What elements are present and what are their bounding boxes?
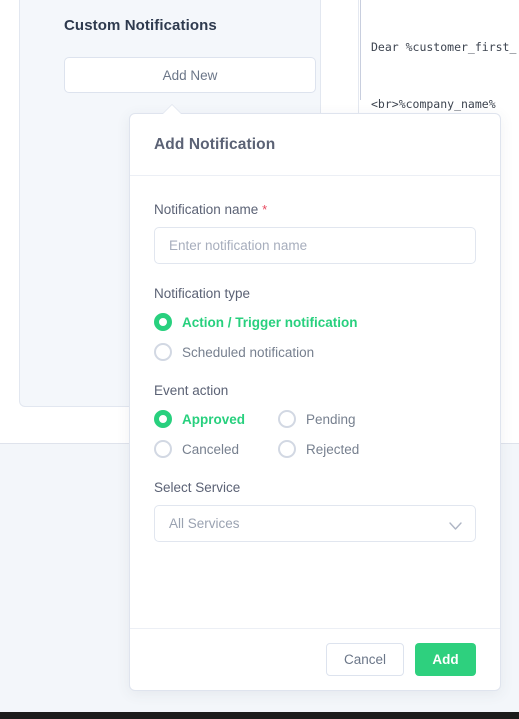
notification-name-label: Notification name * [154, 202, 268, 217]
radio-scheduled-notification[interactable]: Scheduled notification [154, 343, 314, 361]
code-block-rule [360, 0, 361, 100]
required-asterisk: * [262, 202, 268, 217]
code-line: <br>%company_name% [371, 97, 496, 111]
modal-title: Add Notification [154, 135, 276, 153]
event-action-row: Approved Pending [154, 410, 476, 428]
card-title: Custom Notifications [64, 17, 217, 34]
radio-rejected[interactable]: Rejected [278, 440, 359, 458]
select-service-dropdown[interactable]: All Services [154, 505, 476, 542]
radio-unselected-icon [154, 343, 172, 361]
notification-type-row: Scheduled notification [154, 343, 476, 361]
radio-approved[interactable]: Approved [154, 410, 278, 428]
select-service-group: Select Service All Services [154, 480, 476, 542]
notification-type-group: Notification type Action / Trigger notif… [154, 286, 476, 361]
radio-unselected-icon [154, 440, 172, 458]
page-bottom-strip [0, 712, 519, 719]
event-action-group: Event action Approved Pending Canceled R… [154, 383, 476, 458]
radio-canceled[interactable]: Canceled [154, 440, 278, 458]
select-service-label: Select Service [154, 480, 241, 495]
radio-action-trigger-notification[interactable]: Action / Trigger notification [154, 313, 358, 331]
radio-unselected-icon [278, 440, 296, 458]
modal-footer: Cancel Add [130, 628, 500, 690]
radio-selected-icon [154, 313, 172, 331]
notification-type-label: Notification type [154, 286, 251, 301]
modal-header: Add Notification [130, 114, 500, 176]
add-button[interactable]: Add [415, 643, 476, 676]
notification-name-field-group: Notification name * [154, 202, 476, 264]
add-new-button[interactable]: Add New [64, 57, 316, 93]
code-line: Dear %customer_first_ [371, 40, 517, 54]
add-notification-modal: Add Notification Notification name * Not… [129, 105, 501, 691]
modal-pointer-arrow [163, 105, 181, 114]
radio-unselected-icon [278, 410, 296, 428]
event-action-label: Event action [154, 383, 229, 398]
radio-selected-icon [154, 410, 172, 428]
radio-pending[interactable]: Pending [278, 410, 356, 428]
cancel-button[interactable]: Cancel [326, 643, 404, 676]
event-action-row: Canceled Rejected [154, 440, 476, 458]
modal-body: Notification name * Notification type Ac… [130, 176, 500, 628]
notification-type-row: Action / Trigger notification [154, 313, 476, 331]
select-service-wrapper: All Services [154, 505, 476, 542]
notification-name-input[interactable] [154, 227, 476, 264]
